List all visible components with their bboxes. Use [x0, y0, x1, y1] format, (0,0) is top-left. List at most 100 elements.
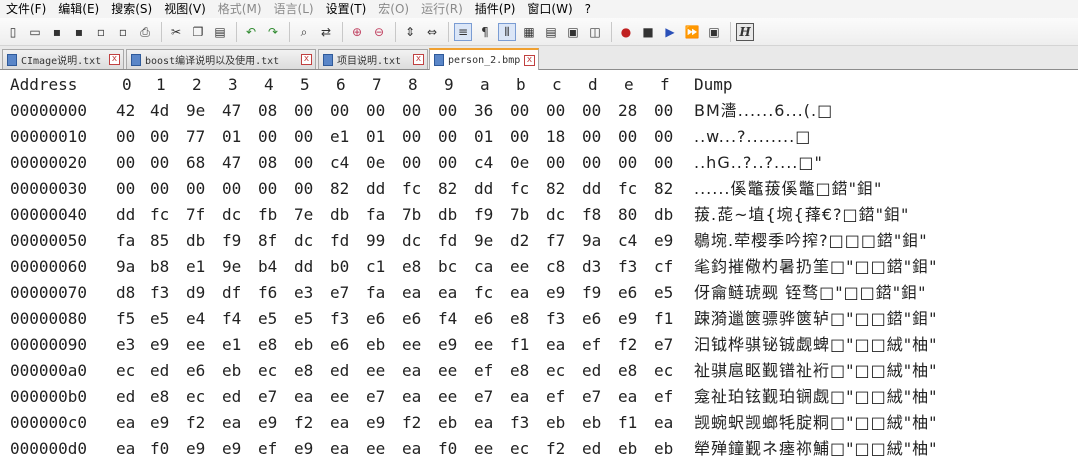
- hex-byte[interactable]: e9: [150, 332, 169, 358]
- hex-byte[interactable]: fa: [366, 202, 385, 228]
- hex-byte[interactable]: f1: [654, 306, 673, 332]
- hex-row[interactable]: 00000010 00 00 77 01 00 00 e1 01 00 00 01 00 18 00 00 00…: [0, 124, 1078, 150]
- run-macro-multiple-icon[interactable]: ⏩: [683, 23, 701, 41]
- menu-item[interactable]: 视图(V): [158, 0, 212, 18]
- hex-byte[interactable]: e3: [116, 332, 135, 358]
- hex-byte[interactable]: c4: [474, 150, 493, 176]
- document-map-icon[interactable]: ▦: [520, 23, 538, 41]
- hex-byte[interactable]: e7: [330, 280, 349, 306]
- close-icon[interactable]: ▫: [92, 23, 110, 41]
- hex-byte[interactable]: ea: [402, 358, 421, 384]
- hex-editor-icon[interactable]: H: [736, 22, 754, 41]
- hex-byte[interactable]: f8: [582, 202, 601, 228]
- hex-byte[interactable]: 0e: [510, 150, 529, 176]
- hex-view[interactable]: Address 0 1 2 3 4 5 6 7 8 9 a b c d e f Dump 00000000 42 4d 9…: [0, 70, 1078, 460]
- hex-byte[interactable]: ee: [186, 332, 205, 358]
- hex-byte[interactable]: fc: [510, 176, 529, 202]
- hex-byte[interactable]: f1: [510, 332, 529, 358]
- hex-byte[interactable]: 00: [654, 124, 673, 150]
- hex-byte[interactable]: 00: [294, 150, 313, 176]
- tab-3[interactable]: 项目说明.txt x: [318, 49, 428, 69]
- hex-byte[interactable]: 7f: [186, 202, 205, 228]
- hex-byte[interactable]: ea: [438, 280, 457, 306]
- hex-byte[interactable]: e8: [618, 358, 637, 384]
- hex-byte[interactable]: 00: [150, 150, 169, 176]
- print-icon[interactable]: ⎙: [136, 23, 154, 41]
- hex-byte[interactable]: 00: [438, 124, 457, 150]
- menu-item[interactable]: 窗口(W): [521, 0, 578, 18]
- zoom-out-icon[interactable]: ⊖: [370, 23, 388, 41]
- hex-byte[interactable]: fb: [258, 202, 277, 228]
- hex-byte[interactable]: f9: [222, 228, 241, 254]
- hex-byte[interactable]: ec: [186, 384, 205, 410]
- hex-byte[interactable]: eb: [654, 436, 673, 462]
- hex-byte[interactable]: dd: [294, 254, 313, 280]
- hex-byte[interactable]: 85: [150, 228, 169, 254]
- hex-byte[interactable]: b8: [150, 254, 169, 280]
- hex-byte[interactable]: e9: [150, 410, 169, 436]
- replace-icon[interactable]: ⇄: [317, 23, 335, 41]
- hex-byte[interactable]: c4: [330, 150, 349, 176]
- hex-byte[interactable]: e9: [654, 228, 673, 254]
- new-file-icon[interactable]: ▯: [4, 23, 22, 41]
- zoom-in-icon[interactable]: ⊕: [348, 23, 366, 41]
- hex-byte[interactable]: eb: [618, 436, 637, 462]
- hex-byte[interactable]: ee: [366, 436, 385, 462]
- hex-byte[interactable]: e9: [366, 410, 385, 436]
- hex-row[interactable]: 000000a0 ec ed e6 eb ec e8 ed ee ea ee ef e8 ec ed e8 ec…: [0, 358, 1078, 384]
- stop-record-icon[interactable]: ■: [639, 23, 657, 41]
- hex-byte[interactable]: ef: [582, 332, 601, 358]
- hex-byte[interactable]: fc: [402, 176, 421, 202]
- hex-byte[interactable]: 00: [294, 124, 313, 150]
- hex-byte[interactable]: f3: [510, 410, 529, 436]
- hex-row[interactable]: 00000030 00 00 00 00 00 00 82 dd fc 82 dd fc 82 dd fc 82…: [0, 176, 1078, 202]
- hex-byte[interactable]: e9: [294, 436, 313, 462]
- hex-byte[interactable]: 00: [116, 124, 135, 150]
- hex-byte[interactable]: f4: [438, 306, 457, 332]
- hex-byte[interactable]: f5: [116, 306, 135, 332]
- function-list-icon[interactable]: ▤: [542, 23, 560, 41]
- hex-byte[interactable]: ea: [116, 410, 135, 436]
- hex-byte[interactable]: 82: [654, 176, 673, 202]
- hex-byte[interactable]: e1: [222, 332, 241, 358]
- hex-byte[interactable]: e6: [330, 332, 349, 358]
- hex-byte[interactable]: f0: [438, 436, 457, 462]
- hex-byte[interactable]: 00: [116, 150, 135, 176]
- hex-byte[interactable]: c8: [546, 254, 565, 280]
- sync-vertical-icon[interactable]: ⇕: [401, 23, 419, 41]
- save-all-icon[interactable]: ▪: [70, 23, 88, 41]
- hex-row[interactable]: 00000000 42 4d 9e 47 08 00 00 00 00 00 36 00 00 00 28 00…: [0, 98, 1078, 124]
- hex-byte[interactable]: e6: [186, 358, 205, 384]
- hex-byte[interactable]: e6: [402, 306, 421, 332]
- redo-icon[interactable]: ↷: [264, 23, 282, 41]
- hex-byte[interactable]: ee: [438, 384, 457, 410]
- hex-byte[interactable]: dd: [582, 176, 601, 202]
- hex-byte[interactable]: ee: [366, 358, 385, 384]
- paste-icon[interactable]: ▤: [211, 23, 229, 41]
- hex-byte[interactable]: 80: [618, 202, 637, 228]
- hex-byte[interactable]: e8: [258, 332, 277, 358]
- hex-byte[interactable]: 00: [294, 176, 313, 202]
- hex-byte[interactable]: 00: [150, 176, 169, 202]
- hex-byte[interactable]: 77: [186, 124, 205, 150]
- show-all-chars-icon[interactable]: ¶: [476, 23, 494, 41]
- hex-byte[interactable]: ec: [258, 358, 277, 384]
- monitor-icon[interactable]: ◫: [586, 23, 604, 41]
- hex-byte[interactable]: fa: [366, 280, 385, 306]
- dump-text[interactable]: BM瀒......6...(.□: [694, 98, 833, 124]
- menu-item[interactable]: 编辑(E): [52, 0, 105, 18]
- hex-byte[interactable]: fd: [330, 228, 349, 254]
- close-tab-icon[interactable]: x: [413, 54, 424, 65]
- hex-byte[interactable]: e7: [582, 384, 601, 410]
- undo-icon[interactable]: ↶: [242, 23, 260, 41]
- hex-byte[interactable]: dc: [222, 202, 241, 228]
- dump-text[interactable]: 犖殚鐘觐ネ瘗祢鯆□"□□絨"柚": [694, 436, 937, 462]
- hex-byte[interactable]: 00: [402, 150, 421, 176]
- hex-byte[interactable]: e5: [654, 280, 673, 306]
- hex-byte[interactable]: 00: [150, 124, 169, 150]
- hex-byte[interactable]: eb: [294, 332, 313, 358]
- hex-byte[interactable]: 99: [366, 228, 385, 254]
- copy-icon[interactable]: ❐: [189, 23, 207, 41]
- hex-byte[interactable]: e5: [294, 306, 313, 332]
- tab-1[interactable]: CImage说明.txt x: [2, 49, 124, 69]
